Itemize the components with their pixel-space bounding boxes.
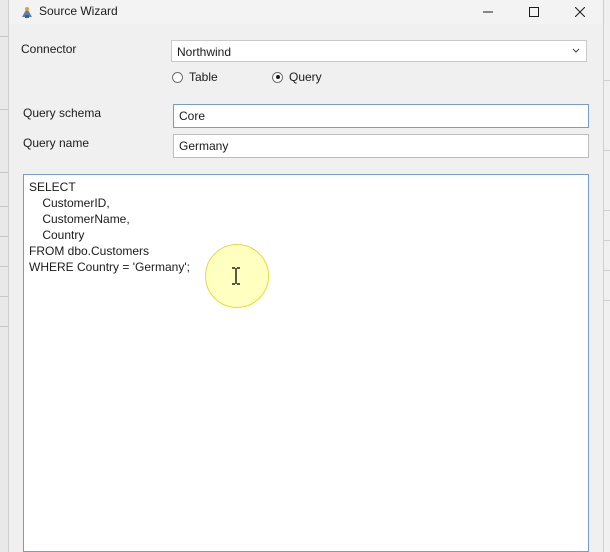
minimize-button[interactable] [465,0,511,24]
query-schema-input[interactable] [174,105,588,127]
connector-value: Northwind [177,45,232,59]
minimize-icon [483,11,493,13]
close-icon [575,7,585,17]
maximize-button[interactable] [511,0,557,24]
query-schema-field[interactable] [173,104,589,128]
radio-query-label: Query [289,70,322,84]
query-schema-label: Query schema [23,106,102,120]
connector-dropdown[interactable]: Northwind [171,40,587,62]
radio-query-circle[interactable] [272,71,283,83]
source-wizard-dialog: Source Wizard Connector Northwind Table … [8,0,604,552]
radio-table-circle[interactable] [172,71,183,83]
query-line: SELECT [29,180,76,194]
wizard-icon [22,7,32,18]
radio-table[interactable]: Table [172,70,218,84]
query-line: Country [29,228,85,242]
window-title: Source Wizard [39,4,118,18]
query-line: WHERE Country = 'Germany'; [29,260,190,274]
background-app-left [0,0,8,552]
query-line: CustomerID, [29,196,110,210]
text-cursor-icon [232,267,240,285]
radio-table-label: Table [189,70,218,84]
query-line: CustomerName, [29,212,130,226]
close-button[interactable] [557,0,603,24]
query-name-field[interactable] [173,134,589,158]
query-editor[interactable]: SELECT CustomerID, CustomerName, Country… [23,174,589,552]
query-name-label: Query name [23,136,90,150]
connector-label: Connector [21,42,77,56]
chevron-down-icon [572,48,580,53]
query-name-input[interactable] [174,135,588,157]
query-line: FROM dbo.Customers [29,244,150,258]
maximize-icon [529,7,539,17]
radio-query[interactable]: Query [272,70,322,84]
title-bar[interactable]: Source Wizard [9,0,603,24]
